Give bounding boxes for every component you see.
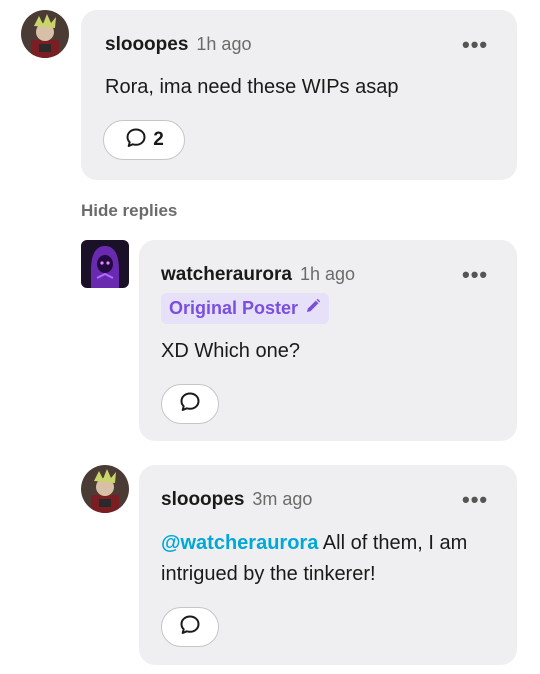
reply-card: slooopes 3m ago ••• @watcheraurora All o… [139, 465, 517, 665]
comment-time: 1h ago [196, 34, 252, 54]
reply-count: 2 [153, 129, 164, 150]
comment-bubble-icon [178, 390, 202, 419]
comment-username[interactable]: slooopes [105, 34, 188, 56]
comment-card: slooopes 1h ago ••• Rora, ima need these… [81, 10, 517, 180]
reply-body: @watcheraurora All of them, I am intrigu… [161, 528, 491, 590]
reply-button[interactable] [161, 384, 219, 424]
pencil-icon [305, 298, 321, 319]
reply-username[interactable]: watcheraurora [161, 264, 292, 286]
reply-time: 3m ago [252, 489, 313, 509]
avatar-slooopes[interactable] [21, 10, 69, 58]
reply-button[interactable]: 2 [103, 120, 185, 160]
comment-bubble-icon [178, 613, 202, 642]
reply-username[interactable]: slooopes [161, 489, 244, 511]
reply-time: 1h ago [299, 264, 356, 284]
comment-bubble-icon [124, 126, 148, 155]
badge-label: Original Poster [169, 298, 299, 318]
reply-card: watcheraurora 1h ago ••• Original Poster… [139, 240, 517, 441]
mention-link[interactable]: @watcheraurora [161, 532, 318, 554]
more-options-icon[interactable]: ••• [462, 32, 488, 58]
more-options-icon[interactable]: ••• [462, 487, 488, 513]
reply-button[interactable] [161, 607, 219, 647]
avatar-slooopes[interactable] [81, 465, 129, 513]
avatar-watcheraurora[interactable] [81, 240, 129, 288]
hide-replies-link[interactable]: Hide replies [81, 201, 177, 221]
more-options-icon[interactable]: ••• [462, 262, 488, 288]
original-poster-badge: Original Poster [161, 293, 330, 324]
comment-body: Rora, ima need these WIPs asap [105, 76, 399, 98]
reply-body: XD Which one? [161, 340, 300, 362]
